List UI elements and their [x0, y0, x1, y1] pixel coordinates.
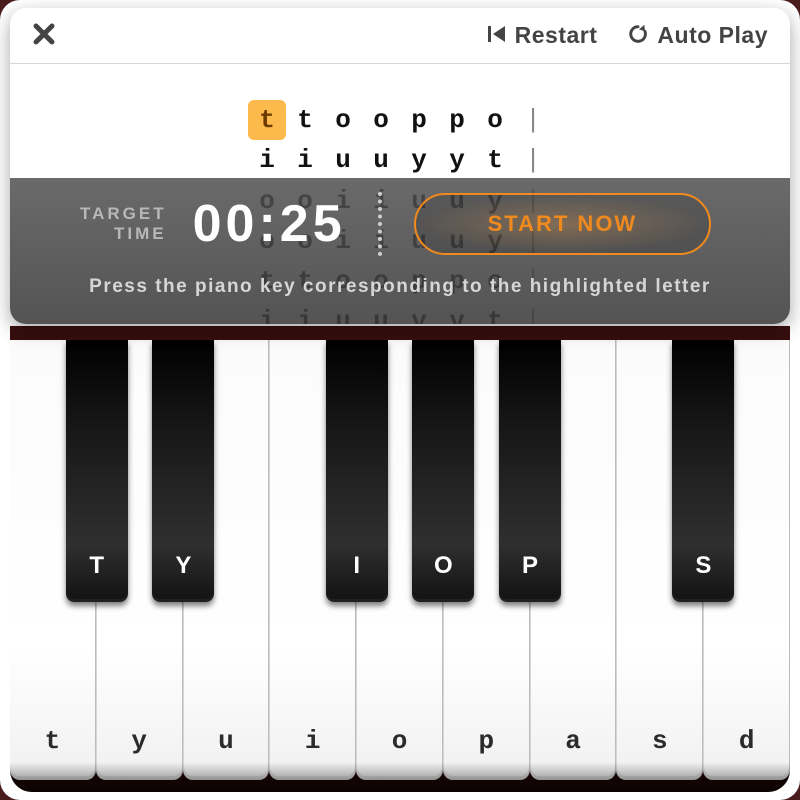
sheet-row: iiuuyyt|: [248, 140, 552, 180]
black-key-O[interactable]: O: [412, 340, 474, 602]
toolbar: Restart Auto Play: [10, 8, 790, 64]
sheet-char: i: [248, 140, 286, 180]
black-key-label: T: [66, 552, 128, 580]
white-key-label: o: [357, 726, 442, 756]
black-key-label: S: [672, 552, 734, 580]
sheet-char: t: [286, 100, 324, 140]
white-key-label: d: [704, 726, 789, 756]
piano: tyuiopasd TY IOP S: [10, 340, 790, 792]
black-key-I[interactable]: I: [326, 340, 388, 602]
divider: [378, 192, 382, 256]
sheet-char: |: [514, 140, 552, 180]
target-time-label: TARGET TIME: [80, 204, 167, 243]
sheet-char: o: [324, 100, 362, 140]
white-key-label: a: [531, 726, 616, 756]
black-key-label: O: [412, 552, 474, 580]
autoplay-label: Auto Play: [657, 22, 768, 49]
sheet-char: t: [476, 140, 514, 180]
sheet-char: t: [248, 100, 286, 140]
sheet-row: ttooppo|: [248, 100, 552, 140]
restart-button[interactable]: Restart: [487, 22, 598, 49]
black-key-Y[interactable]: Y: [152, 340, 214, 602]
autoplay-button[interactable]: Auto Play: [627, 22, 768, 49]
white-key-label: s: [617, 726, 702, 756]
sheet-char: o: [476, 100, 514, 140]
white-key-label: t: [10, 726, 95, 756]
black-key-P[interactable]: P: [499, 340, 561, 602]
start-overlay: TARGET TIME 00:25 START NOW Press the pi…: [10, 178, 790, 324]
black-key-label: Y: [152, 552, 214, 580]
restart-label: Restart: [515, 22, 598, 49]
app-window: Restart Auto Play ttooppo|iiuuyyt|ooiiuu…: [0, 0, 800, 800]
white-key-label: p: [444, 726, 529, 756]
close-button[interactable]: [32, 17, 56, 54]
sheet-char: u: [362, 140, 400, 180]
rewind-icon: [487, 24, 507, 48]
refresh-icon: [627, 23, 649, 49]
black-key-T[interactable]: T: [66, 340, 128, 602]
sheet-char: i: [286, 140, 324, 180]
target-time-value: 00:25: [193, 194, 346, 254]
sheet-char: y: [438, 140, 476, 180]
sheet-char: p: [438, 100, 476, 140]
sheet-char: y: [400, 140, 438, 180]
black-key-label: P: [499, 552, 561, 580]
sheet-char: u: [324, 140, 362, 180]
black-key-label: I: [326, 552, 388, 580]
white-key-label: u: [184, 726, 269, 756]
top-panel: Restart Auto Play ttooppo|iiuuyyt|ooiiuu…: [10, 8, 790, 324]
sheet-char: |: [514, 100, 552, 140]
start-button[interactable]: START NOW: [414, 193, 712, 255]
white-key-label: y: [97, 726, 182, 756]
sheet-char: o: [362, 100, 400, 140]
close-icon: [32, 22, 56, 46]
black-key-S[interactable]: S: [672, 340, 734, 602]
sheet-char: p: [400, 100, 438, 140]
white-key-label: i: [270, 726, 355, 756]
hint-text: Press the piano key corresponding to the…: [10, 276, 790, 298]
piano-area: tyuiopasd TY IOP S: [10, 326, 790, 792]
